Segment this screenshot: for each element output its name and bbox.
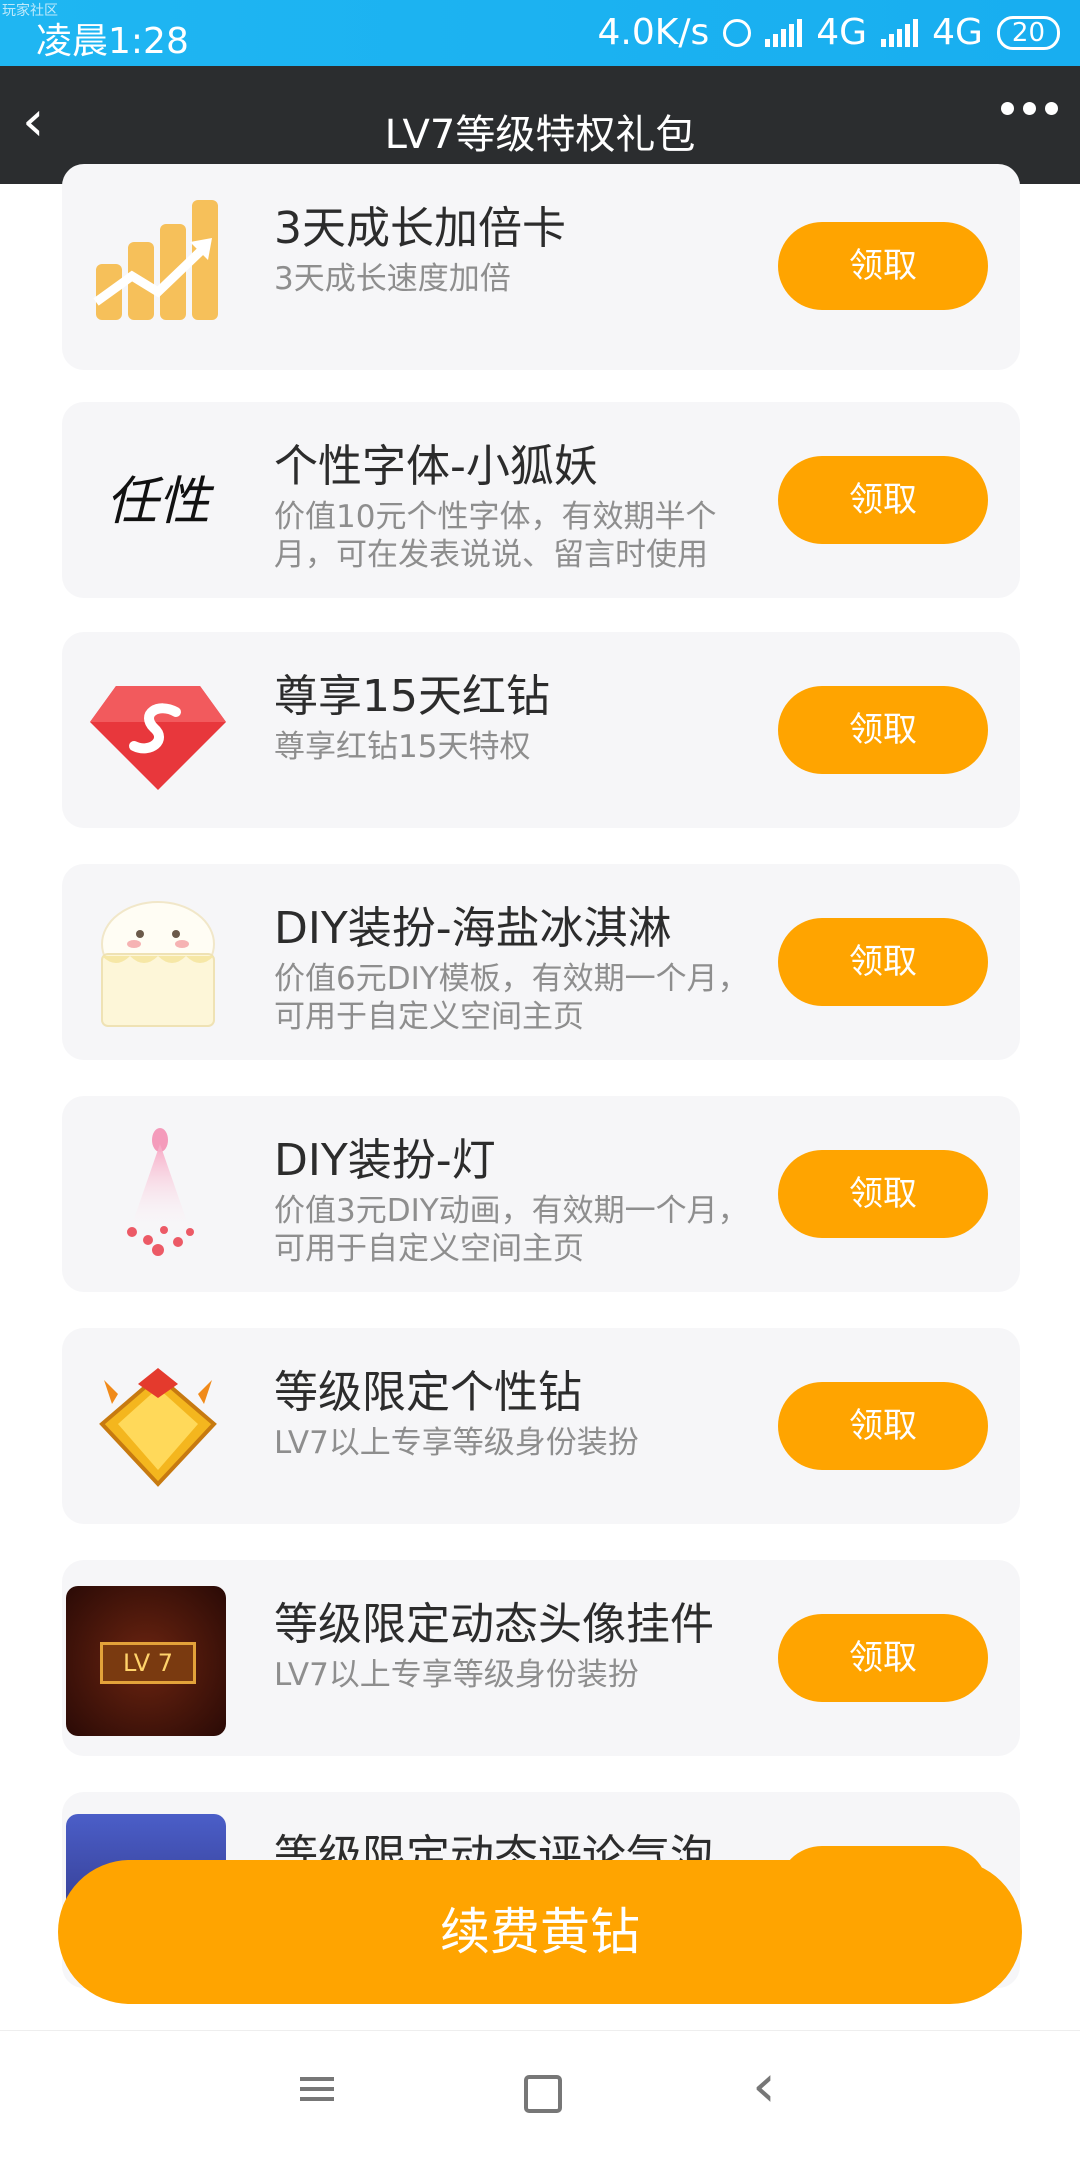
network-type-2: 4G: [932, 12, 983, 53]
avatar-frame-icon: LV 7: [66, 1586, 226, 1736]
ice-cream-icon: [101, 901, 215, 1027]
item-name: DIY装扮-海盐冰淇淋: [274, 903, 672, 954]
item-desc: 价值3元DIY动画，有效期一个月，可用于自定义空间主页: [274, 1193, 749, 1267]
network-type-1: 4G: [816, 12, 868, 53]
red-diamond-icon: [90, 686, 226, 790]
claim-button[interactable]: 领取: [778, 1150, 988, 1238]
item-name: 尊享15天红钻: [274, 671, 550, 722]
status-time: 凌晨1:28: [36, 21, 189, 62]
item-desc: 价值10元个性字体，有效期半个月，可在发表说说、留言时使用: [274, 499, 717, 573]
list-item: LV 7 等级限定动态头像挂件 LV7以上专享等级身份装扮 领取: [62, 1560, 1020, 1756]
menu-icon[interactable]: [300, 2071, 334, 2107]
renew-yellow-diamond-button[interactable]: 续费黄钻: [58, 1860, 1022, 2004]
more-icon[interactable]: [1001, 102, 1058, 115]
yellow-diamond-icon: [99, 1368, 217, 1487]
status-bar: 玩家社区 凌晨1:28 4.0K/s 4G 4G 20: [0, 0, 1080, 66]
battery-icon: 20: [996, 15, 1060, 50]
signal-icon: [765, 18, 803, 47]
signal-icon-2: [881, 18, 919, 47]
claim-button[interactable]: 领取: [778, 222, 988, 310]
list-item: DIY装扮-海盐冰淇淋 价值6元DIY模板，有效期一个月，可用于自定义空间主页 …: [62, 864, 1020, 1060]
list-item: 尊享15天红钻 尊享红钻15天特权 领取: [62, 632, 1020, 828]
frame-label: LV 7: [100, 1642, 196, 1684]
item-name: 3天成长加倍卡: [274, 203, 566, 254]
system-nav-bar: ‹: [0, 2030, 1080, 2161]
claim-button[interactable]: 领取: [778, 918, 988, 1006]
list-item: 任性 个性字体-小狐妖 价值10元个性字体，有效期半个月，可在发表说说、留言时使…: [62, 402, 1020, 598]
list-item: 等级限定个性钻 LV7以上专享等级身份装扮 领取: [62, 1328, 1020, 1524]
growth-card-icon: [93, 200, 218, 320]
font-icon: 任性: [105, 472, 210, 532]
item-desc: 尊享红钻15天特权: [274, 729, 531, 765]
lamp-icon: [127, 1128, 194, 1256]
claim-button[interactable]: 领取: [778, 1382, 988, 1470]
page-title: LV7等级特权礼包: [384, 112, 696, 158]
network-speed: 4.0K/s: [597, 12, 710, 53]
home-icon[interactable]: [524, 2075, 562, 2113]
item-name: 个性字体-小狐妖: [274, 441, 598, 492]
item-desc: LV7以上专享等级身份装扮: [274, 1657, 639, 1693]
claim-button[interactable]: 领取: [778, 1614, 988, 1702]
item-name: 等级限定动态头像挂件: [274, 1599, 714, 1650]
item-name: 等级限定个性钻: [274, 1367, 582, 1418]
back-nav-icon[interactable]: ‹: [752, 2051, 776, 2121]
item-name: DIY装扮-灯: [274, 1135, 496, 1186]
item-desc: LV7以上专享等级身份装扮: [274, 1425, 639, 1461]
claim-button[interactable]: 领取: [778, 456, 988, 544]
claim-button[interactable]: 领取: [778, 686, 988, 774]
item-desc: 价值6元DIY模板，有效期一个月，可用于自定义空间主页: [274, 961, 749, 1035]
list-item: DIY装扮-灯 价值3元DIY动画，有效期一个月，可用于自定义空间主页 领取: [62, 1096, 1020, 1292]
alarm-icon: [723, 18, 752, 47]
list-item: 3天成长加倍卡 3天成长速度加倍 领取: [62, 164, 1020, 370]
item-desc: 3天成长速度加倍: [274, 261, 511, 297]
